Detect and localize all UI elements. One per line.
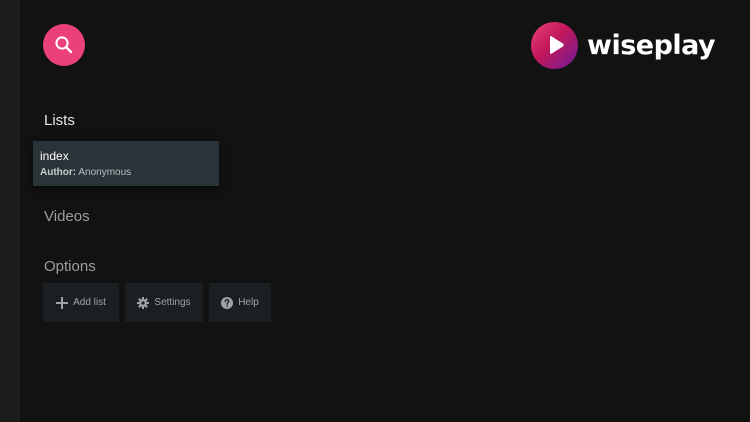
list-item-title: index xyxy=(40,149,69,163)
author-label: Author: xyxy=(40,167,77,178)
list-item-index[interactable]: index Author: Anonymous xyxy=(33,141,219,186)
search-button[interactable] xyxy=(43,24,85,66)
options-section-title: Options xyxy=(44,258,96,275)
list-item-author: Author: Anonymous xyxy=(40,167,212,179)
app-screen: wiseplay Lists index Author: Anonymous V… xyxy=(0,0,750,422)
author-value: Anonymous xyxy=(78,167,132,178)
lists-section-title: Lists xyxy=(44,112,75,129)
help-label: Help xyxy=(238,297,259,308)
videos-section-title: Videos xyxy=(44,208,90,225)
add-list-button[interactable]: Add list xyxy=(43,283,119,322)
logo-wordmark: wiseplay xyxy=(587,29,716,61)
play-logo-icon xyxy=(531,21,578,69)
left-rail xyxy=(0,0,20,422)
help-button[interactable]: Help xyxy=(209,283,271,322)
add-list-label: Add list xyxy=(73,297,106,308)
settings-label: Settings xyxy=(154,297,191,308)
help-icon xyxy=(221,296,234,309)
settings-button[interactable]: Settings xyxy=(125,283,203,322)
plus-icon xyxy=(56,296,69,309)
search-icon xyxy=(54,35,74,55)
gear-icon xyxy=(137,296,150,309)
app-logo: wiseplay xyxy=(531,21,716,69)
